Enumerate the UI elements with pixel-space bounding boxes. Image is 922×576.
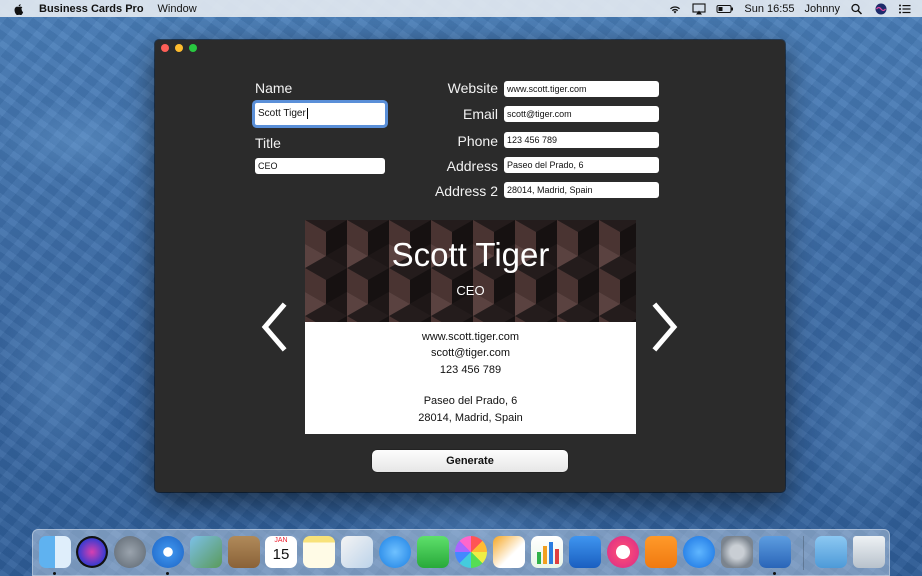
- preview-icon[interactable]: [190, 536, 222, 568]
- business-card-preview: Scott Tiger CEO www.scott.tiger.com scot…: [305, 220, 636, 434]
- website-label: Website: [447, 80, 498, 96]
- name-label: Name: [255, 80, 293, 96]
- finder-running-indicator: [53, 572, 56, 575]
- siri-dock-icon[interactable]: [76, 536, 108, 568]
- name-field[interactable]: Scott Tiger: [255, 103, 385, 125]
- pages-icon[interactable]: [493, 536, 525, 568]
- finder-icon[interactable]: [39, 536, 71, 568]
- notes-icon[interactable]: [303, 536, 335, 568]
- card-phone: 123 456 789: [439, 364, 502, 376]
- card-title: CEO: [456, 283, 485, 298]
- card-website: www.scott.tiger.com: [421, 331, 520, 343]
- name-field-value: Scott Tiger: [258, 108, 306, 119]
- generate-button[interactable]: Generate: [372, 450, 568, 472]
- photos-icon[interactable]: [455, 536, 487, 568]
- siri-icon[interactable]: [874, 3, 888, 15]
- dock-separator: [803, 536, 804, 570]
- menubar-user[interactable]: Johnny: [805, 3, 840, 15]
- calendar-icon[interactable]: JAN 15: [265, 536, 297, 568]
- spotlight-search-icon[interactable]: [850, 3, 864, 15]
- trash-icon[interactable]: [853, 536, 885, 568]
- card-address: Paseo del Prado, 6: [423, 395, 518, 407]
- menu-bar: Business Cards Pro Window Sun 16:55 John…: [0, 0, 922, 17]
- photo-browser-icon[interactable]: [341, 536, 373, 568]
- email-field[interactable]: scott@tiger.com: [504, 106, 659, 122]
- zoom-window-button[interactable]: [189, 44, 197, 52]
- notes-book-icon[interactable]: [228, 536, 260, 568]
- menubar-clock[interactable]: Sun 16:55: [744, 3, 794, 15]
- title-field[interactable]: CEO: [255, 158, 385, 174]
- email-label: Email: [462, 106, 498, 122]
- messages-icon[interactable]: [379, 536, 411, 568]
- card-details: www.scott.tiger.com scott@tiger.com 123 …: [305, 322, 636, 434]
- next-design-arrow-icon[interactable]: [650, 302, 680, 352]
- downloads-folder-icon[interactable]: [815, 536, 847, 568]
- keynote-icon[interactable]: [569, 536, 601, 568]
- calendar-day: 15: [272, 546, 290, 563]
- close-window-button[interactable]: [161, 44, 169, 52]
- card-header: Scott Tiger CEO: [305, 220, 636, 322]
- address2-label: Address 2: [434, 183, 498, 199]
- card-email: scott@tiger.com: [430, 347, 511, 359]
- bar-graph-icon: [537, 542, 559, 564]
- phone-label: Phone: [457, 133, 498, 149]
- safari-icon[interactable]: [152, 536, 184, 568]
- app-store-icon[interactable]: [683, 536, 715, 568]
- address2-field[interactable]: 28014, Madrid, Spain: [504, 182, 659, 198]
- wifi-icon[interactable]: [668, 3, 682, 15]
- title-label: Title: [255, 135, 281, 151]
- app-running-indicator: [773, 572, 776, 575]
- ibooks-icon[interactable]: [645, 536, 677, 568]
- apple-menu-icon[interactable]: [13, 3, 25, 15]
- itunes-icon[interactable]: [607, 536, 639, 568]
- website-field[interactable]: www.scott.tiger.com: [504, 81, 659, 97]
- notification-center-icon[interactable]: [898, 3, 912, 15]
- phone-field[interactable]: 123 456 789: [504, 132, 659, 148]
- numbers-icon[interactable]: [531, 536, 563, 568]
- airplay-icon[interactable]: [692, 2, 706, 15]
- card-address2: 28014, Madrid, Spain: [418, 412, 523, 424]
- app-name-menu[interactable]: Business Cards Pro: [39, 3, 144, 15]
- text-caret: [306, 107, 308, 119]
- dock: JAN 15: [32, 529, 890, 576]
- facetime-icon[interactable]: [417, 536, 449, 568]
- address-label: Address: [446, 158, 498, 174]
- window-controls: [161, 44, 203, 52]
- directory-utility-icon[interactable]: [759, 536, 791, 568]
- address-field[interactable]: Paseo del Prado, 6: [504, 157, 659, 173]
- card-name: Scott Tiger: [391, 236, 550, 273]
- minimize-window-button[interactable]: [175, 44, 183, 52]
- system-preferences-icon[interactable]: [721, 536, 753, 568]
- previous-design-arrow-icon[interactable]: [259, 302, 289, 352]
- launchpad-icon[interactable]: [114, 536, 146, 568]
- safari-running-indicator: [166, 572, 169, 575]
- business-cards-window: Name Scott Tiger Title CEO Website www.s…: [155, 40, 785, 492]
- battery-icon[interactable]: [716, 3, 734, 15]
- window-menu[interactable]: Window: [158, 3, 197, 15]
- calendar-month: JAN: [274, 537, 288, 544]
